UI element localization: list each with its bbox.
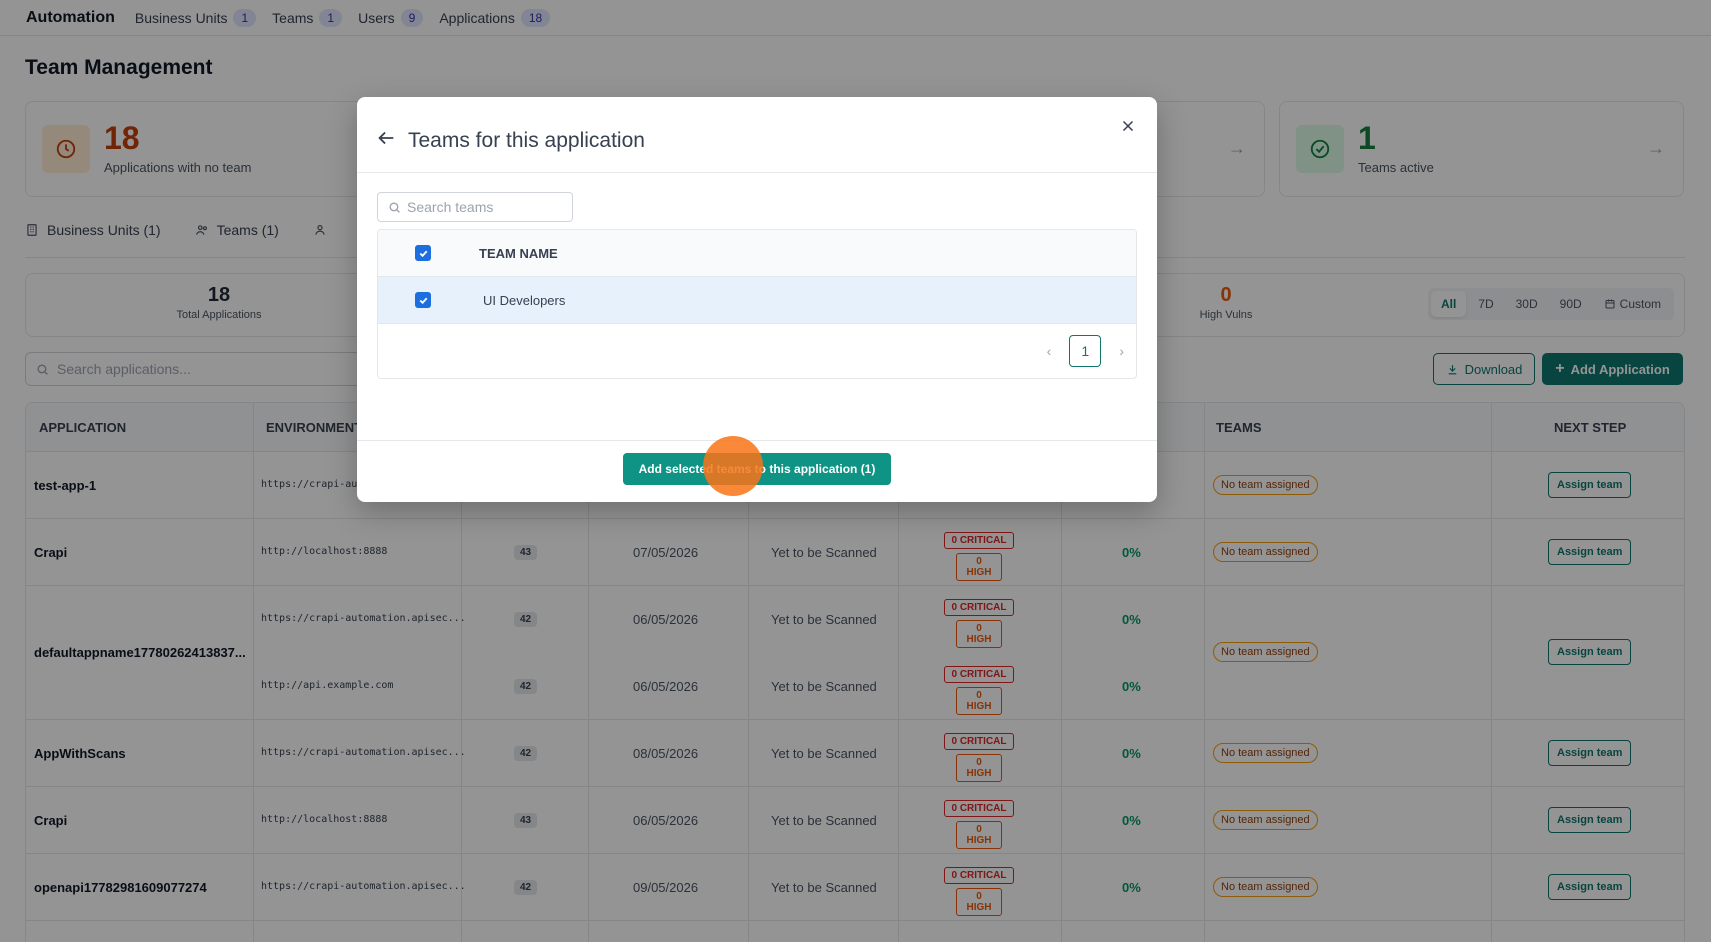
- team-checkbox[interactable]: [415, 292, 431, 308]
- team-row[interactable]: UI Developers: [378, 277, 1136, 324]
- click-indicator: [703, 436, 763, 496]
- team-name: UI Developers: [483, 293, 566, 308]
- modal-title: Teams for this application: [408, 129, 645, 152]
- search-icon: [389, 201, 400, 213]
- col-team-name: Team Name: [479, 246, 558, 261]
- check-icon: [419, 250, 427, 257]
- modal-header: Teams for this application: [357, 97, 1157, 173]
- pagination: ‹ 1 ›: [1047, 335, 1124, 367]
- page-number[interactable]: 1: [1069, 335, 1102, 367]
- chevron-left-icon[interactable]: ‹: [1047, 343, 1052, 359]
- team-search-input[interactable]: Search teams: [377, 192, 573, 222]
- check-icon: [419, 297, 427, 304]
- chevron-right-icon[interactable]: ›: [1119, 343, 1124, 359]
- close-icon[interactable]: [1119, 117, 1137, 140]
- teams-modal: Teams for this application Search teams …: [357, 97, 1157, 502]
- select-all-checkbox[interactable]: [415, 245, 431, 261]
- teams-table: Team Name UI Developers ‹ 1 ›: [377, 229, 1137, 379]
- arrow-left-icon[interactable]: [375, 127, 397, 154]
- teams-table-header: Team Name: [378, 230, 1136, 277]
